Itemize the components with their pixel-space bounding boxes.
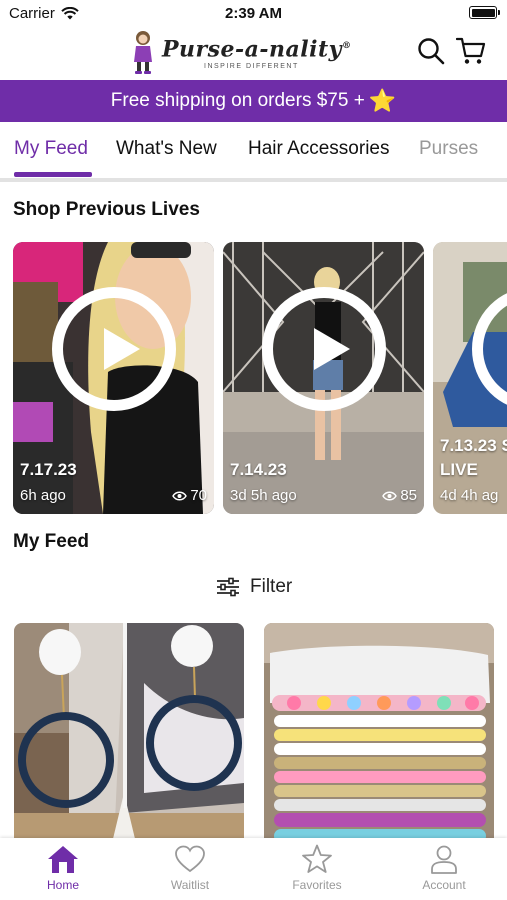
filter-button[interactable]: Filter xyxy=(216,576,292,598)
nav-home-label: Home xyxy=(46,878,79,892)
live-time-ago: 3d 5h ago xyxy=(230,487,297,504)
nav-waitlist[interactable]: Waitlist xyxy=(135,844,245,892)
live-time-ago: 6h ago xyxy=(20,487,66,504)
active-tab-indicator xyxy=(14,172,92,177)
nav-home[interactable]: Home xyxy=(8,844,118,892)
nav-favorites[interactable]: Favorites xyxy=(262,844,372,892)
tabs-divider xyxy=(0,178,507,182)
eye-icon xyxy=(382,491,398,500)
play-button-icon[interactable] xyxy=(52,287,176,411)
live-date: 7.17.23 xyxy=(20,460,77,479)
tab-whats-new[interactable]: What's New xyxy=(116,138,217,160)
search-icon[interactable] xyxy=(416,36,446,66)
registered-mark: ® xyxy=(341,41,352,52)
clock: 2:39 AM xyxy=(225,5,282,22)
my-feed-heading: My Feed xyxy=(13,531,90,552)
star-icon xyxy=(302,844,332,873)
live-time-ago: 4d 4h ag xyxy=(440,487,499,504)
product-image xyxy=(264,623,494,843)
promo-text: Free shipping on orders $75 + xyxy=(110,90,365,111)
shop-previous-lives-heading: Shop Previous Lives xyxy=(13,199,200,220)
free-shipping-banner[interactable]: Free shipping on orders $75 + ⭐ xyxy=(0,80,507,122)
tab-purses[interactable]: Purses xyxy=(419,138,478,160)
tab-my-feed[interactable]: My Feed xyxy=(14,138,88,160)
battery-icon xyxy=(469,6,500,19)
product-card-bracelets[interactable] xyxy=(264,623,494,843)
nav-waitlist-label: Waitlist xyxy=(170,878,210,892)
view-count-value: 70 xyxy=(190,487,207,504)
star-emoji-icon: ⭐ xyxy=(368,88,397,113)
bottom-tab-bar: Home Waitlist Favorites Account xyxy=(0,838,507,900)
live-date: 7.13.23 S xyxy=(440,436,507,455)
nav-account-label: Account xyxy=(422,878,466,892)
view-count: 70 xyxy=(172,487,207,504)
live-card-3[interactable]: 7.13.23 S LIVE 4d 4h ag xyxy=(433,242,507,514)
brand-name: Purse-a-nality® xyxy=(162,36,352,63)
tab-hair-accessories[interactable]: Hair Accessories xyxy=(248,138,390,160)
view-count: 85 xyxy=(382,487,417,504)
live-card-2[interactable]: 7.14.23 3d 5h ago 85 xyxy=(223,242,424,514)
filter-sliders-icon xyxy=(217,577,239,597)
product-image xyxy=(14,623,244,843)
account-icon xyxy=(431,845,457,874)
play-button-icon[interactable] xyxy=(262,287,386,411)
app-header: Purse-a-nality® INSPIRE DIFFERENT xyxy=(0,26,507,80)
doll-mascot-icon xyxy=(134,31,152,74)
filter-label: Filter xyxy=(250,576,293,597)
product-card-earrings[interactable] xyxy=(14,623,244,843)
brand-logo[interactable]: Purse-a-nality® INSPIRE DIFFERENT xyxy=(132,30,351,74)
home-icon xyxy=(48,846,78,873)
nav-favorites-label: Favorites xyxy=(292,878,342,892)
live-subtitle: LIVE xyxy=(440,460,478,479)
live-date: 7.14.23 xyxy=(230,460,287,479)
status-bar: Carrier 2:39 AM xyxy=(0,0,507,26)
heart-icon xyxy=(175,845,205,873)
brand-tagline: INSPIRE DIFFERENT xyxy=(204,62,299,70)
category-tabs: My Feed What's New Hair Accessories Purs… xyxy=(0,122,507,178)
nav-account[interactable]: Account xyxy=(389,844,499,892)
cart-icon[interactable] xyxy=(456,36,486,66)
eye-icon xyxy=(172,491,188,500)
view-count-value: 85 xyxy=(400,487,417,504)
live-card-1[interactable]: 7.17.23 6h ago 70 xyxy=(13,242,214,514)
